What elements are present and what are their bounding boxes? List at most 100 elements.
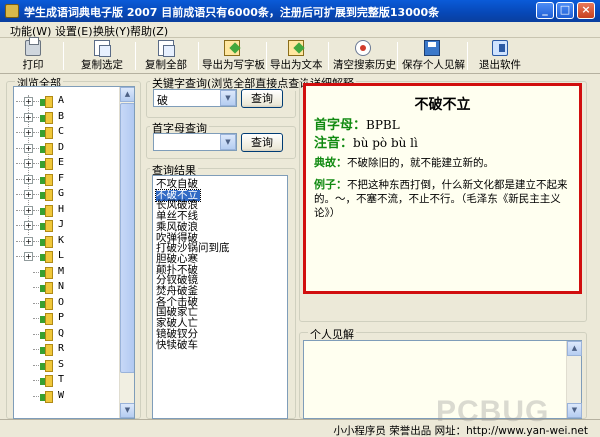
pinyin-label: 注音： <box>314 136 354 151</box>
pinyin-value: bù pò bù lì <box>353 136 418 150</box>
book-icon <box>40 142 53 155</box>
tree-item[interactable]: + H <box>14 202 120 218</box>
export-text-label: 导出为文本 <box>270 59 323 71</box>
tree-item[interactable]: N <box>14 279 120 295</box>
expand-icon[interactable]: + <box>24 159 33 168</box>
tree-item[interactable]: + C <box>14 124 120 140</box>
tree-scrollbar[interactable]: ▲ ▼ <box>119 87 134 418</box>
print-button[interactable]: 打印 <box>18 37 48 72</box>
expand-icon[interactable]: + <box>24 190 33 199</box>
tree-connector <box>33 209 39 211</box>
expand-icon[interactable]: + <box>24 112 33 122</box>
book-icon <box>40 111 53 124</box>
book-icon <box>40 359 53 372</box>
scroll-up-icon[interactable]: ▲ <box>120 87 134 102</box>
copy-icon <box>94 40 111 57</box>
tree-item[interactable]: + A <box>14 93 120 109</box>
tree-item-label: M <box>58 265 65 277</box>
notes-scrollbar[interactable]: ▲ ▼ <box>566 341 582 418</box>
expand-icon[interactable]: + <box>24 221 33 230</box>
book-icon <box>40 390 53 403</box>
expand-icon[interactable]: + <box>24 236 33 246</box>
book-icon <box>40 344 53 356</box>
tree-item[interactable]: + B <box>14 109 120 125</box>
tree-connector <box>33 178 39 180</box>
exit-icon <box>492 40 508 56</box>
detail-panel: 不破不立 首字母：BPBL 注音：bù pò bù lì 典故：不破除旧的，就不… <box>303 83 582 294</box>
tree-item[interactable]: M <box>14 264 120 280</box>
expand-icon[interactable]: + <box>24 128 33 137</box>
tree-item[interactable]: + E <box>14 155 120 171</box>
copy-all-icon <box>158 40 175 57</box>
tree-item-label: T <box>58 374 65 385</box>
minimize-button[interactable]: _ <box>536 2 554 19</box>
tree-item-label: F <box>58 172 65 184</box>
book-icon <box>40 235 53 248</box>
expand-icon[interactable]: + <box>24 252 33 261</box>
menu-settings[interactable]: 设置(E) <box>55 23 93 39</box>
keyword-search-button[interactable]: 查询 <box>241 89 283 108</box>
book-icon <box>40 204 53 217</box>
tree-item-label: J <box>58 219 65 230</box>
tree-item[interactable]: + L <box>14 248 120 264</box>
initials-label: 首字母： <box>314 118 367 133</box>
tree-connector <box>33 101 39 102</box>
browse-tree[interactable]: + A + B + C + D + E + F + G + H + J + K + L M N O P Q R S T W ▲ ▼ <box>13 86 135 419</box>
expand-icon[interactable]: + <box>24 205 33 215</box>
tree-item-label: P <box>58 312 65 323</box>
results-list[interactable]: 不攻自破 不破不立 长风破浪 单丝不线 乘风破浪 吹弹得破 打破沙锅问到底 胆破心寒 颠扑不破分… <box>152 175 288 419</box>
tree-item-label: W <box>58 389 65 401</box>
copy-selected-button[interactable]: 复制选定 <box>78 40 126 72</box>
scroll-down-icon[interactable]: ▼ <box>567 403 582 418</box>
scroll-thumb[interactable] <box>120 103 134 373</box>
save-notes-icon <box>424 40 440 56</box>
scroll-down-icon[interactable]: ▼ <box>120 403 134 418</box>
tree-item[interactable]: + G <box>14 186 120 202</box>
tree-item[interactable]: P <box>14 310 120 326</box>
tree-item[interactable]: + F <box>14 171 120 187</box>
app-icon <box>5 4 19 18</box>
tree-item[interactable]: + J <box>14 217 120 233</box>
tree-item[interactable]: O <box>14 295 120 311</box>
keyword-combo[interactable]: 破 ▼ <box>153 89 237 107</box>
tree-item-label: A <box>58 95 65 106</box>
tree-item[interactable]: T <box>14 372 120 388</box>
copy-all-button[interactable]: 复制全部 <box>142 40 190 72</box>
tree-item[interactable]: Q <box>14 326 120 342</box>
tree-item[interactable]: + D <box>14 140 120 156</box>
toolbar-separator <box>63 42 64 70</box>
initial-search-button[interactable]: 查询 <box>241 133 283 152</box>
export-writing-icon <box>224 40 240 56</box>
result-item[interactable]: 快犊破车 <box>156 339 198 351</box>
maximize-button[interactable]: □ <box>556 2 574 19</box>
origin-label: 典故： <box>314 156 347 169</box>
close-button[interactable]: × <box>577 2 595 19</box>
origin-text: 不破除旧的，就不能建立新的。 <box>347 157 494 169</box>
expand-icon[interactable]: + <box>24 97 33 106</box>
export-text-button[interactable]: 导出为文本 <box>270 40 323 72</box>
exit-button[interactable]: 退出软件 <box>476 40 524 72</box>
tree-connector <box>16 163 24 164</box>
tree-connector <box>16 240 24 242</box>
tree-connector <box>16 132 24 133</box>
tree-item[interactable]: R <box>14 341 120 357</box>
clear-history-button[interactable]: 清空搜索历史 <box>333 40 396 72</box>
scroll-up-icon[interactable]: ▲ <box>567 341 582 356</box>
toolbar-separator <box>266 42 267 70</box>
menu-skin[interactable]: 换肤(Y) <box>93 23 130 39</box>
expand-icon[interactable]: + <box>24 174 33 184</box>
tree-item[interactable]: W <box>14 388 120 404</box>
chevron-down-icon[interactable]: ▼ <box>220 134 236 150</box>
tree-connector <box>33 333 39 335</box>
tree-connector <box>33 116 39 118</box>
expand-icon[interactable]: + <box>24 143 33 153</box>
tree-item[interactable]: S <box>14 357 120 373</box>
tree-connector <box>33 380 39 381</box>
menu-help[interactable]: 帮助(Z) <box>130 23 168 39</box>
export-writing-button[interactable]: 导出为写字板 <box>202 40 265 72</box>
tree-item[interactable]: + K <box>14 233 120 249</box>
initial-combo[interactable]: ▼ <box>153 133 237 151</box>
chevron-down-icon[interactable]: ▼ <box>220 90 236 106</box>
save-notes-button[interactable]: 保存个人见解 <box>402 40 465 72</box>
book-icon <box>40 282 53 294</box>
